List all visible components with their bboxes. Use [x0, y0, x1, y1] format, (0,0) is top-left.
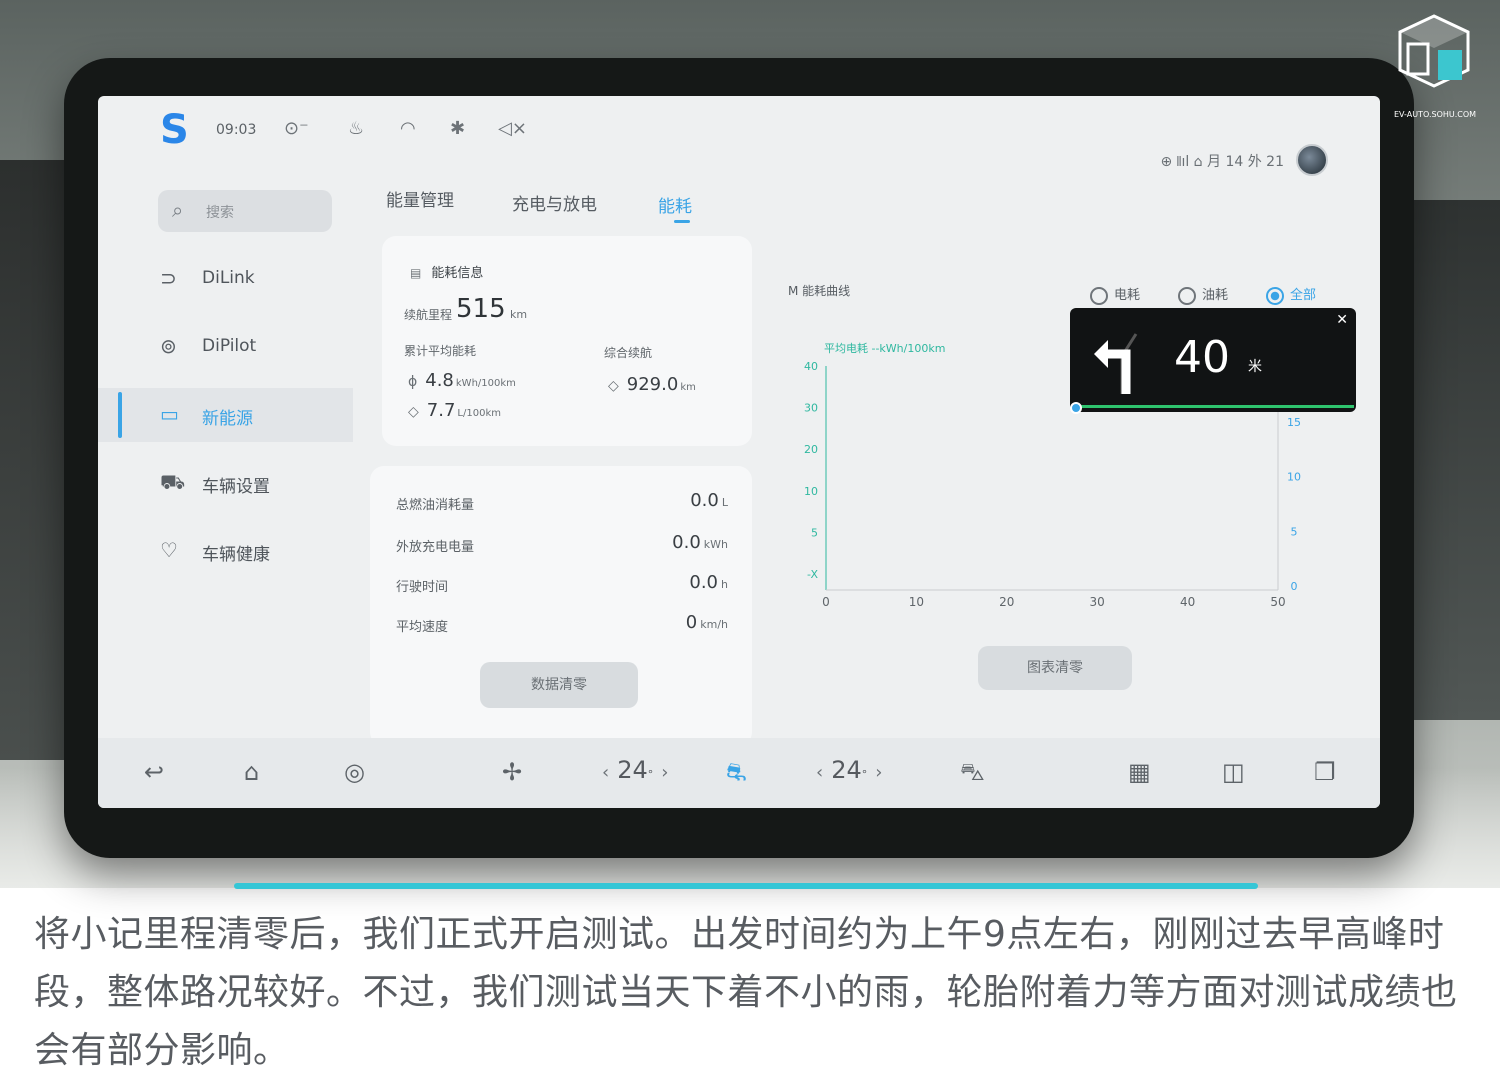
navigation-popup[interactable]: 40 米 ✕ [1070, 308, 1356, 414]
chart-reset-button[interactable]: 图表清零 [978, 646, 1132, 690]
turn-distance: 40 [1174, 332, 1230, 383]
chevron-right-icon[interactable]: › [875, 762, 882, 783]
y-right-tick-label: 10 [1287, 471, 1301, 484]
x-tick-label: 10 [909, 595, 924, 609]
seat-airflow-icon[interactable]: ⛐ [726, 758, 747, 789]
bottom-dock: ↩ ⌂ ◎ ✢ ‹ 24° › ⛐ ‹ 24° › ⛍ ▦ ◫ ❐ [98, 738, 1380, 808]
watermark-logo: EV-AUTO.SOHU.COM [1394, 14, 1476, 119]
split-icon[interactable]: ◫ [1222, 758, 1245, 786]
multitask-icon[interactable]: ❐ [1314, 758, 1336, 786]
x-tick-label: 20 [999, 595, 1014, 609]
y-left-tick-label: 30 [804, 402, 818, 415]
x-tick-label: 40 [1180, 595, 1195, 609]
y-left-tick-label: -X [807, 568, 818, 581]
turn-left-icon [1094, 333, 1138, 394]
settings-dial-icon[interactable]: ◎ [344, 758, 365, 786]
chevron-left-icon[interactable]: ‹ [816, 762, 823, 783]
caption-divider [234, 883, 1258, 889]
chevron-right-icon[interactable]: › [661, 762, 668, 783]
y-left-tick-label: 10 [804, 485, 818, 498]
consumption-chart: 0 10 20 30 40 50403020105-X151050 [804, 360, 1301, 609]
apps-icon[interactable]: ▦ [1128, 758, 1151, 786]
x-tick-label: 50 [1270, 595, 1285, 609]
y-right-tick-label: 0 [1291, 580, 1298, 593]
defrost-icon[interactable]: ⛍ [960, 758, 985, 789]
y-right-tick-label: 5 [1291, 525, 1298, 538]
progress-marker [1070, 402, 1082, 414]
fan-icon[interactable]: ✢ [502, 758, 522, 786]
article-caption: 将小记里程清零后，我们正式开启测试。出发时间约为上午9点左右，刚刚过去早高峰时段… [34, 914, 1458, 1071]
turn-distance-unit: 米 [1248, 359, 1262, 375]
back-icon[interactable]: ↩ [144, 758, 164, 786]
cube-logo-icon [1398, 14, 1470, 88]
close-icon[interactable]: ✕ [1336, 312, 1348, 328]
route-progress [1076, 405, 1354, 408]
infotainment-screen: S 09:03 ⊙⁻ ♨ ◠ ✱ ◁× ⊕ 𝍪ıl ⌂ 月 14 外 21 ⌕ … [98, 96, 1380, 808]
x-tick-label: 30 [1090, 595, 1105, 609]
watermark-site: EV-AUTO.SOHU.COM [1394, 110, 1477, 119]
chevron-left-icon[interactable]: ‹ [602, 762, 609, 783]
y-left-tick-label: 5 [811, 526, 818, 539]
x-tick-label: 0 [822, 595, 830, 609]
left-temperature[interactable]: ‹ 24° › [594, 756, 676, 784]
y-right-tick-label: 15 [1287, 416, 1301, 429]
home-icon[interactable]: ⌂ [244, 758, 259, 786]
y-left-tick-label: 40 [804, 360, 818, 373]
right-temperature[interactable]: ‹ 24° › [808, 756, 890, 784]
y-left-tick-label: 20 [804, 443, 818, 456]
